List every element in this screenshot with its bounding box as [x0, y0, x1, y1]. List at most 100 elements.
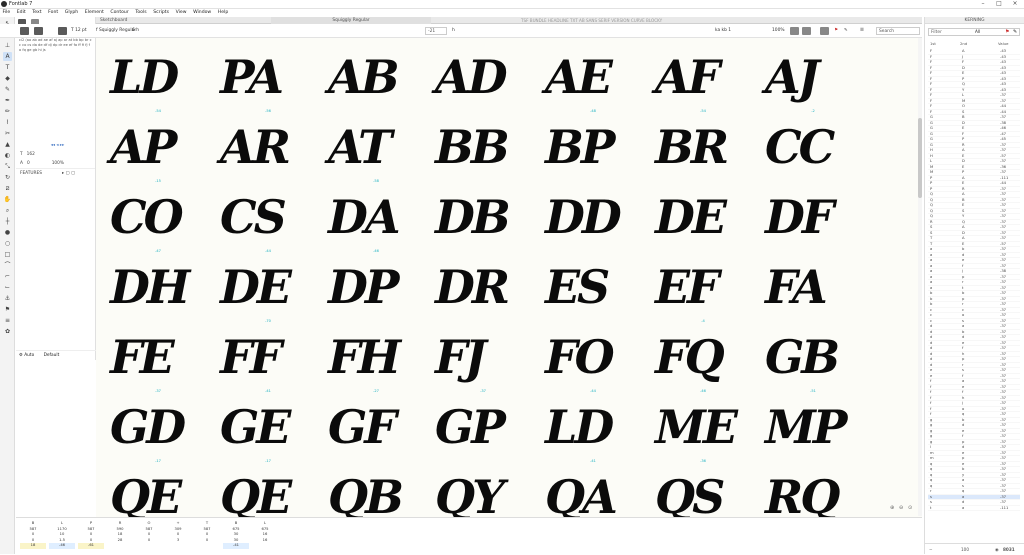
size-label[interactable]: T 12 pt	[71, 27, 87, 35]
menu-window[interactable]: Window	[191, 9, 214, 17]
kerning-pair[interactable]: FQ	[655, 327, 755, 387]
pencil-icon[interactable]: ✏	[3, 107, 12, 116]
metrics-cell[interactable]: -46	[49, 543, 75, 549]
kerning-filter-mode[interactable]: All	[975, 29, 980, 34]
text-tool-icon[interactable]: T	[3, 63, 12, 72]
kerning-pair[interactable]: MP	[765, 397, 865, 457]
knife-icon[interactable]: ✂	[3, 129, 12, 138]
tracking-field-top[interactable]: -21	[425, 27, 447, 35]
size-pct-field[interactable]: 100%	[52, 161, 64, 166]
anchor-icon[interactable]: ⚓	[3, 294, 12, 303]
metrics-cell[interactable]: -61	[78, 543, 104, 549]
kerning-pair[interactable]: ME	[655, 397, 755, 457]
menu-font[interactable]: Font	[46, 9, 61, 17]
zoom-fit-small-icon[interactable]: ⊙	[908, 505, 912, 511]
flag-icon-top[interactable]: ⚑	[834, 27, 838, 35]
menu-text[interactable]: Text	[30, 9, 44, 17]
kerning-pair[interactable]: AJ	[765, 47, 865, 107]
zoom-fit-icon[interactable]	[34, 27, 43, 35]
kerning-pair[interactable]: BB	[435, 117, 535, 177]
tracking-field[interactable]: 0	[27, 161, 30, 166]
kerning-pair[interactable]: GP	[435, 397, 535, 457]
kern-mode-label[interactable]: ka kb 1	[715, 27, 731, 35]
kerning-pair[interactable]: FO	[545, 327, 645, 387]
menu-edit[interactable]: Edit	[14, 9, 28, 17]
auto-label[interactable]: Auto	[24, 353, 34, 358]
scroll-thumb[interactable]	[918, 118, 922, 198]
align-icon[interactable]: ≡	[3, 316, 12, 325]
kerning-pair[interactable]: AE	[545, 47, 645, 107]
tab-sketchboard[interactable]: Sketchboard	[96, 17, 176, 24]
kerning-pair[interactable]: CS	[220, 187, 320, 247]
search-input[interactable]: Search	[876, 27, 920, 35]
menu-element[interactable]: Element	[82, 9, 106, 17]
tangent-icon[interactable]: ⌙	[3, 283, 12, 292]
kerning-pair[interactable]: FJ	[435, 327, 535, 387]
kerning-pair[interactable]: LD	[110, 47, 210, 107]
brush-icon[interactable]: ✎	[3, 85, 12, 94]
kern-label[interactable]: 6 h	[132, 27, 139, 35]
nav-arrows[interactable]: ◂◂ ◂ ▸▸	[16, 141, 95, 150]
kerning-pair[interactable]: AD	[435, 47, 535, 107]
kerning-tool-icon[interactable]: A	[3, 52, 12, 61]
kerning-pair[interactable]: DE	[655, 187, 755, 247]
vertical-scrollbar[interactable]	[918, 38, 922, 516]
fill-icon[interactable]: ◐	[3, 151, 12, 160]
view-icon[interactable]	[790, 27, 799, 35]
rapid-pen-icon[interactable]: ⌇	[3, 118, 12, 127]
kerning-pair[interactable]: FF	[220, 327, 320, 387]
kerning-pair[interactable]: CO	[110, 187, 210, 247]
text-sample-box[interactable]: ci2 (ao ab ad ae af aj ap ar at bb bp br…	[16, 36, 95, 141]
close-icon[interactable]: ×	[1007, 0, 1023, 8]
color-picker-icon[interactable]: ●	[3, 228, 12, 237]
zoom-label[interactable]: 100%	[772, 27, 785, 35]
scale-icon[interactable]: ⤡	[3, 162, 12, 171]
kerning-pair[interactable]: DR	[435, 257, 535, 317]
zoom-in-icon[interactable]: ⊕	[890, 505, 894, 511]
kerning-pair[interactable]: DF	[765, 187, 865, 247]
palette-icon[interactable]: ✿	[3, 327, 12, 336]
kerning-edit-icon[interactable]: ✎	[1013, 29, 1017, 35]
corner-icon[interactable]: ⌐	[3, 272, 12, 281]
kerning-pair[interactable]: GF	[328, 397, 428, 457]
kerning-pair[interactable]: DH	[110, 257, 210, 317]
grid-icon[interactable]	[802, 27, 811, 35]
kerning-pair[interactable]: DD	[545, 187, 645, 247]
shape-icon[interactable]: ▲	[3, 140, 12, 149]
pen-icon-top[interactable]: ✎	[844, 27, 848, 35]
kerning-pair[interactable]: DP	[328, 257, 428, 317]
list-icon-top[interactable]: ☰	[860, 27, 864, 35]
kerning-remove-icon[interactable]: −	[929, 544, 933, 555]
kerning-pair[interactable]: AB	[328, 47, 428, 107]
guide-icon[interactable]: ┼	[3, 217, 12, 226]
features-row[interactable]: FEATURES ▸ ▢ ▢	[16, 168, 95, 177]
default-label[interactable]: Default	[44, 353, 60, 358]
preview-icon[interactable]	[820, 27, 829, 35]
metrics-cell[interactable]: 18	[20, 543, 46, 549]
kerning-pair[interactable]: GE	[220, 397, 320, 457]
kerning-pair[interactable]: LD	[545, 397, 645, 457]
slant-icon[interactable]: ⧄	[3, 184, 12, 193]
kerning-pair[interactable]: FH	[328, 327, 428, 387]
kerning-col-second[interactable]: 2nd	[960, 41, 967, 46]
menu-tools[interactable]: Tools	[133, 9, 149, 17]
kerning-pair[interactable]: DA	[328, 187, 428, 247]
metrics-cell[interactable]: -41	[223, 543, 249, 549]
rectangle-icon[interactable]: □	[3, 250, 12, 259]
kerning-pair[interactable]: ES	[545, 257, 645, 317]
kerning-list-row[interactable]: t a -111	[928, 506, 1020, 511]
minimize-icon[interactable]: –	[975, 0, 991, 8]
kerning-pair[interactable]: AF	[655, 47, 755, 107]
mode-icon[interactable]	[58, 27, 67, 35]
hand-icon[interactable]: ✋	[3, 195, 12, 204]
kerning-pair[interactable]: DE	[220, 257, 320, 317]
kerning-pair[interactable]: AT	[328, 117, 428, 177]
menu-view[interactable]: View	[173, 9, 189, 17]
pen-icon[interactable]: ✒	[3, 96, 12, 105]
kerning-flag-icon[interactable]: ⚑	[1005, 29, 1009, 35]
flag-icon[interactable]: ⚑	[3, 305, 12, 314]
kerning-zoom-value[interactable]: 100	[961, 544, 969, 555]
kerning-col-first[interactable]: 1st	[930, 41, 936, 46]
kerning-pair[interactable]: BR	[655, 117, 755, 177]
arc-icon[interactable]: ⌒	[3, 261, 12, 270]
